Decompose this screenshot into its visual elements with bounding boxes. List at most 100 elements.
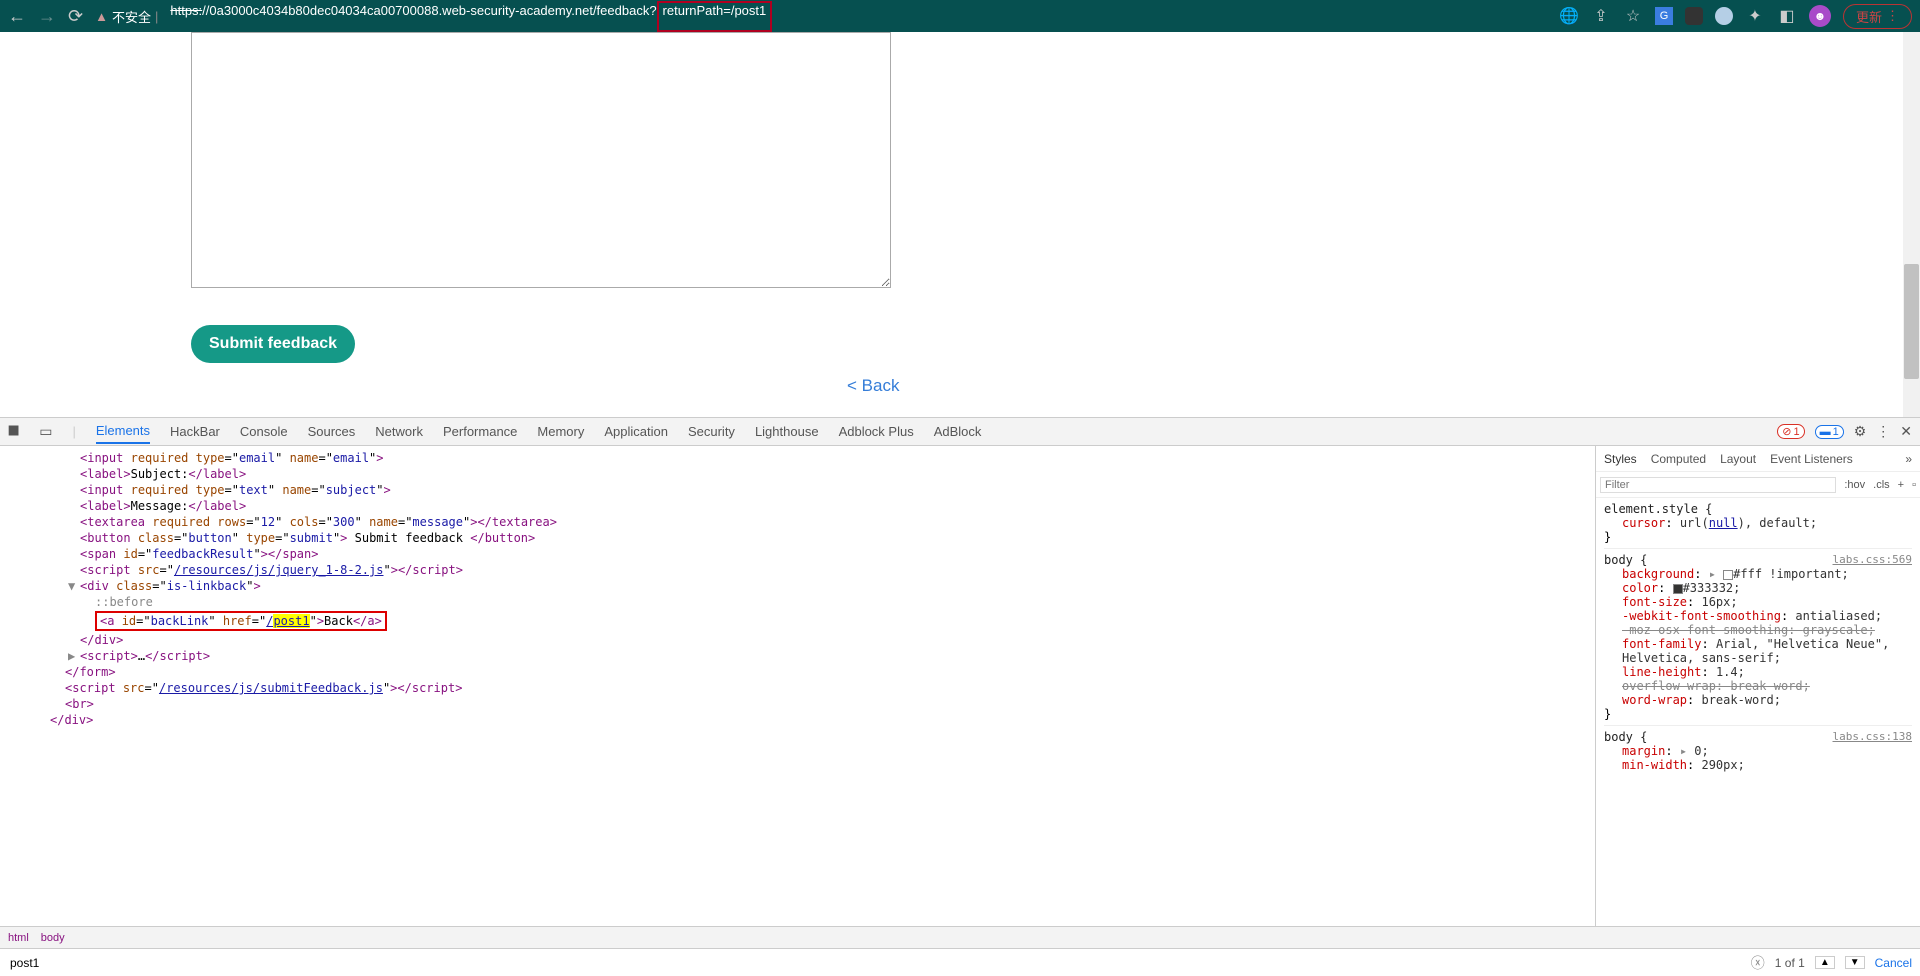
css-prop[interactable]: color: #333332;: [1604, 581, 1912, 595]
submit-feedback-button[interactable]: Submit feedback: [191, 325, 355, 363]
search-cancel[interactable]: Cancel: [1875, 956, 1912, 970]
styles-more-icon[interactable]: »: [1905, 452, 1912, 466]
tab-network[interactable]: Network: [375, 420, 423, 443]
css-prop[interactable]: min-width: 290px;: [1604, 758, 1912, 772]
share-icon[interactable]: ⇪: [1591, 6, 1611, 26]
search-prev-icon[interactable]: ▲: [1815, 956, 1835, 969]
elements-tree[interactable]: <input required type="email" name="email…: [0, 446, 1595, 926]
bookmark-icon[interactable]: ☆: [1623, 6, 1643, 26]
tree-line[interactable]: <label>Message:</label>: [20, 498, 1595, 514]
message-textarea[interactable]: [191, 32, 891, 288]
security-warning[interactable]: ▲ 不安全 |: [95, 7, 158, 26]
tab-console[interactable]: Console: [240, 420, 288, 443]
tab-performance[interactable]: Performance: [443, 420, 517, 443]
scrollbar-thumb[interactable]: [1904, 264, 1919, 379]
styles-tab-events[interactable]: Event Listeners: [1770, 452, 1853, 466]
crumb-html[interactable]: html: [8, 932, 29, 944]
profile-avatar-icon[interactable]: ☻: [1809, 5, 1831, 27]
device-toolbar-icon[interactable]: ▭: [39, 423, 52, 440]
brace-close: }: [1604, 707, 1912, 721]
tab-security[interactable]: Security: [688, 420, 735, 443]
body-rule-2[interactable]: body {labs.css:138: [1604, 730, 1912, 744]
tree-line[interactable]: <br>: [20, 696, 1595, 712]
gtranslate-icon[interactable]: G: [1655, 7, 1673, 25]
tab-hackbar[interactable]: HackBar: [170, 420, 220, 443]
tree-line[interactable]: </form>: [20, 664, 1595, 680]
css-prop[interactable]: word-wrap: break-word;: [1604, 693, 1912, 707]
styles-tab-styles[interactable]: Styles: [1604, 452, 1637, 466]
css-prop-disabled[interactable]: -moz-osx-font-smoothing: grayscale;: [1604, 623, 1912, 637]
tree-line[interactable]: <input required type="email" name="email…: [20, 450, 1595, 466]
tree-line[interactable]: ▶<script>…</script>: [20, 648, 1595, 664]
url-query: returnPath=/post1: [663, 3, 767, 18]
tab-application[interactable]: Application: [604, 420, 668, 443]
url-highlight-box: returnPath=/post1: [657, 1, 773, 32]
hov-button[interactable]: :hov: [1840, 479, 1869, 491]
inspect-icon[interactable]: ⯀: [8, 423, 19, 440]
tab-sources[interactable]: Sources: [308, 420, 356, 443]
tab-elements[interactable]: Elements: [96, 419, 150, 444]
search-input[interactable]: [8, 954, 1741, 972]
reload-icon[interactable]: ⟳: [68, 6, 83, 27]
element-style-rule[interactable]: element.style {: [1604, 502, 1912, 516]
translate-icon[interactable]: 🌐: [1559, 6, 1579, 26]
tree-line[interactable]: <span id="feedbackResult"></span>: [20, 546, 1595, 562]
update-button[interactable]: 更新⋮: [1843, 4, 1912, 29]
tree-line[interactable]: <textarea required rows="12" cols="300" …: [20, 514, 1595, 530]
extensions-icon[interactable]: ✦: [1745, 6, 1765, 26]
ext-icon-1[interactable]: [1685, 7, 1703, 25]
warning-icon: ▲: [95, 9, 108, 24]
panel-icon[interactable]: ▫: [1908, 479, 1920, 491]
tab-memory[interactable]: Memory: [537, 420, 584, 443]
css-prop[interactable]: line-height: 1.4;: [1604, 665, 1912, 679]
css-prop[interactable]: margin: ▸ 0;: [1604, 744, 1912, 758]
tree-line-highlighted[interactable]: <a id="backLink" href="/post1">Back</a>: [20, 610, 1595, 632]
css-prop[interactable]: background: ▸ #fff !important;: [1604, 567, 1912, 581]
settings-icon[interactable]: ⚙: [1854, 423, 1867, 440]
tab-adblockplus[interactable]: Adblock Plus: [839, 420, 914, 443]
page-scrollbar[interactable]: [1903, 32, 1920, 417]
css-prop[interactable]: font-size: 16px;: [1604, 595, 1912, 609]
tree-line[interactable]: ▼<div class="is-linkback">: [20, 578, 1595, 594]
css-prop-disabled[interactable]: overflow-wrap: break-word;: [1604, 679, 1912, 693]
css-prop[interactable]: font-family: Arial, "Helvetica Neue", He…: [1604, 637, 1912, 665]
css-prop[interactable]: cursor: url(null), default;: [1604, 516, 1912, 530]
error-badge[interactable]: 1: [1777, 424, 1804, 439]
back-nav-icon[interactable]: ←: [8, 6, 26, 27]
filter-input[interactable]: [1600, 477, 1836, 493]
styles-tab-layout[interactable]: Layout: [1720, 452, 1756, 466]
search-next-icon[interactable]: ▼: [1845, 956, 1865, 969]
tree-line[interactable]: <script src="/resources/js/submitFeedbac…: [20, 680, 1595, 696]
tree-line[interactable]: <label>Subject:</label>: [20, 466, 1595, 482]
devtools-tabs: ⯀ ▭ | Elements HackBar Console Sources N…: [0, 418, 1920, 446]
styles-tab-computed[interactable]: Computed: [1651, 452, 1706, 466]
tab-adblock[interactable]: AdBlock: [934, 420, 982, 443]
ext-icon-2[interactable]: [1715, 7, 1733, 25]
forward-nav-icon[interactable]: →: [38, 6, 56, 27]
tree-line[interactable]: <script src="/resources/js/jquery_1-8-2.…: [20, 562, 1595, 578]
search-bar: ⓧ 1 of 1 ▲ ▼ Cancel: [0, 948, 1920, 976]
devtools-main: <input required type="email" name="email…: [0, 446, 1920, 926]
browser-toolbar: ← → ⟳ ▲ 不安全 | https://0a3000c4034b80dec0…: [0, 0, 1920, 32]
back-link[interactable]: < Back: [847, 376, 899, 396]
more-icon[interactable]: ⋮: [1876, 423, 1890, 440]
cls-button[interactable]: .cls: [1869, 479, 1894, 491]
sidepanel-icon[interactable]: ◧: [1777, 6, 1797, 26]
tree-line-before[interactable]: ::before: [20, 594, 1595, 610]
add-rule-icon[interactable]: +: [1894, 479, 1908, 491]
tree-line[interactable]: </div>: [20, 632, 1595, 648]
tree-line[interactable]: <input required type="text" name="subjec…: [20, 482, 1595, 498]
tree-line[interactable]: <button class="button" type="submit"> Su…: [20, 530, 1595, 546]
crumb-body[interactable]: body: [41, 932, 65, 944]
tree-line[interactable]: </div>: [20, 712, 1595, 728]
styles-content[interactable]: element.style { cursor: url(null), defau…: [1596, 498, 1920, 926]
address-bar[interactable]: https://0a3000c4034b80dec04034ca00700088…: [170, 1, 1547, 32]
tab-lighthouse[interactable]: Lighthouse: [755, 420, 819, 443]
css-prop[interactable]: -webkit-font-smoothing: antialiased;: [1604, 609, 1912, 623]
body-rule[interactable]: body {labs.css:569: [1604, 553, 1912, 567]
clear-search-icon[interactable]: ⓧ: [1751, 953, 1765, 973]
info-badge[interactable]: 1: [1815, 425, 1844, 439]
styles-panel: Styles Computed Layout Event Listeners »…: [1595, 446, 1920, 926]
breadcrumb-bar: html body: [0, 926, 1920, 948]
close-devtools-icon[interactable]: ✕: [1900, 423, 1912, 440]
